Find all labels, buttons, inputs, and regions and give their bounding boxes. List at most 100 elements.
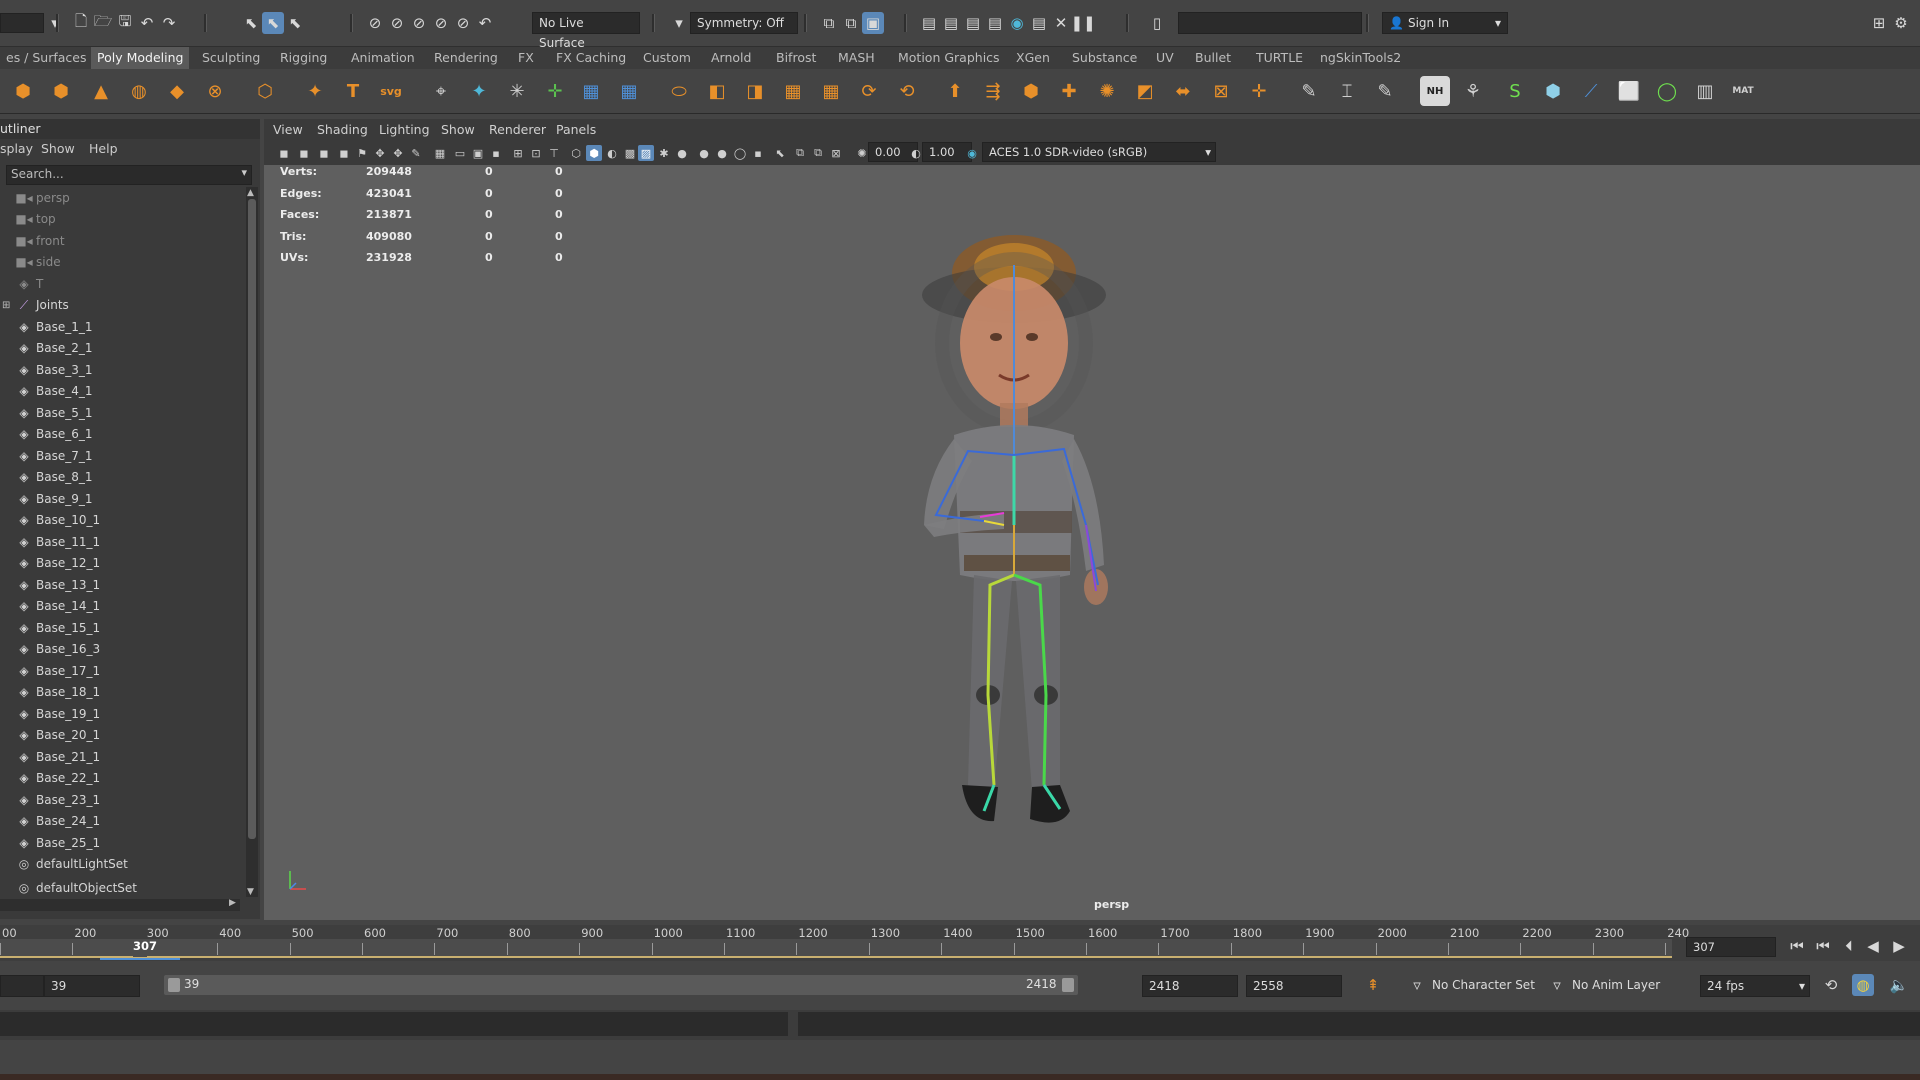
light-editor-icon[interactable]: ✕ <box>1050 12 1072 34</box>
command-search-field[interactable] <box>1178 12 1362 34</box>
merge-icon[interactable]: ✛ <box>1244 76 1274 106</box>
chevron-down-icon[interactable]: ▾ <box>668 12 690 34</box>
combine-icon[interactable]: ⬭ <box>664 76 694 106</box>
fill-hole-icon[interactable]: ✺ <box>1092 76 1122 106</box>
poly-cone-icon[interactable]: ▲ <box>86 76 116 106</box>
append-polygon-icon[interactable]: ✚ <box>1054 76 1084 106</box>
offset-edge-loop-icon[interactable]: ✎ <box>1370 76 1400 106</box>
poly-plane-icon[interactable]: ◆ <box>162 76 192 106</box>
tab-bifrost[interactable]: Bifrost <box>770 47 822 69</box>
tab-fx-caching[interactable]: FX Caching <box>550 47 632 69</box>
tab-substance[interactable]: Substance <box>1066 47 1143 69</box>
extrude-icon[interactable]: ⬆ <box>940 76 970 106</box>
outliner-item-base-14[interactable]: ◈ Base_14_1 <box>0 596 246 617</box>
menu-panels[interactable]: Panels <box>556 119 596 141</box>
outliner-item-base-2[interactable]: ◈ Base_2_1 <box>0 338 246 359</box>
insert-edge-loop-icon[interactable]: ⌶ <box>1332 76 1362 106</box>
range-start-handle[interactable] <box>168 978 180 992</box>
symmetry-dropdown[interactable]: Symmetry: Off <box>690 12 798 34</box>
playback-start-field[interactable]: 39 <box>44 975 140 997</box>
color-management-icon[interactable]: ◉ <box>964 145 980 161</box>
cube-render-icon[interactable]: ⬢ <box>1538 76 1568 106</box>
field-chart-icon[interactable]: ⊞ <box>510 145 526 161</box>
outliner-item-base-11[interactable]: ◈ Base_11_1 <box>0 531 246 552</box>
xray-joints-icon[interactable]: ⧉ <box>792 145 808 161</box>
frame-selection-icon[interactable]: ⊠ <box>828 145 844 161</box>
chevron-down-icon[interactable]: ▿ <box>1406 974 1428 996</box>
python-script-icon[interactable]: ⚘ <box>1458 76 1488 106</box>
menu-help[interactable]: Help <box>89 139 118 159</box>
tab-rigging[interactable]: Rigging <box>274 47 333 69</box>
sound-icon[interactable]: 🔈 <box>1888 974 1910 996</box>
mel-command-input[interactable] <box>0 1012 788 1036</box>
multi-cut-icon[interactable]: ✎ <box>1294 76 1324 106</box>
auto-key-icon[interactable]: ⇞ <box>1362 974 1384 996</box>
workspace-icon[interactable]: ⊞ <box>1868 12 1890 34</box>
separate-icon[interactable]: ◧ <box>702 76 732 106</box>
outliner-item-front[interactable]: ■◂ front <box>0 230 246 251</box>
go-to-start-icon[interactable]: ⏮ <box>1786 935 1808 957</box>
menu-view[interactable]: View <box>273 119 303 141</box>
gate-mask-icon[interactable]: ▪ <box>488 145 504 161</box>
settings-icon[interactable]: ⚙ <box>1890 12 1912 34</box>
center-pivot-icon[interactable]: ✛ <box>540 76 570 106</box>
snap-curve-icon[interactable]: ⊘ <box>386 12 408 34</box>
outliner-item-joints[interactable]: ⊞ ⟋ Joints <box>0 295 246 316</box>
tab-ngskintools2[interactable]: ngSkinTools2 <box>1314 47 1407 69</box>
outliner-item-base-20[interactable]: ◈ Base_20_1 <box>0 725 246 746</box>
outliner-item-base-9[interactable]: ◈ Base_9_1 <box>0 488 246 509</box>
nh-tool-icon[interactable]: NH <box>1420 76 1450 106</box>
safe-action-icon[interactable]: ⊡ <box>528 145 544 161</box>
range-end-handle[interactable] <box>1062 978 1074 992</box>
snap-pivot-icon[interactable]: ↶ <box>474 12 496 34</box>
current-frame-field[interactable]: 307 <box>1686 937 1776 957</box>
circle-tool-icon[interactable]: ◯ <box>1652 76 1682 106</box>
outliner-item-base-17[interactable]: ◈ Base_17_1 <box>0 660 246 681</box>
chevron-down-icon[interactable]: ▿ <box>1546 974 1568 996</box>
textured-icon[interactable]: ▩ <box>622 145 638 161</box>
graph-icon[interactable]: ⟋ <box>1576 76 1606 106</box>
tab-bullet[interactable]: Bullet <box>1189 47 1237 69</box>
svg-tool-icon[interactable]: svg <box>376 76 406 106</box>
menu-show[interactable]: Show <box>441 119 475 141</box>
make-hole-icon[interactable]: ◩ <box>1130 76 1160 106</box>
mirror-icon[interactable]: ▦ <box>816 76 846 106</box>
outliner-item-base-16[interactable]: ◈ Base_16_3 <box>0 639 246 660</box>
grid-icon[interactable]: ▦ <box>432 145 448 161</box>
expand-icon[interactable]: ⊞ <box>2 300 10 311</box>
poly-platonic-icon[interactable]: ⬡ <box>250 76 280 106</box>
animation-end-field[interactable]: 2558 <box>1246 975 1342 997</box>
outliner-item-base-19[interactable]: ◈ Base_19_1 <box>0 703 246 724</box>
tab-custom[interactable]: Custom <box>637 47 697 69</box>
pivot-tool-icon[interactable]: ⌖ <box>426 76 456 106</box>
select-component-icon[interactable]: ⬉ <box>284 12 306 34</box>
outliner-item-default-light-set[interactable]: ◎ defaultLightSet <box>0 854 246 875</box>
render-view-icon[interactable]: ▣ <box>862 12 884 34</box>
uv-grid-icon[interactable]: ▦ <box>576 76 606 106</box>
range-slider-track[interactable]: 39 2418 <box>164 975 1078 995</box>
anti-aliasing-icon[interactable]: ◯ <box>732 145 748 161</box>
film-gate-icon[interactable]: ▭ <box>452 145 468 161</box>
outliner-item-base-24[interactable]: ◈ Base_24_1 <box>0 811 246 832</box>
snap-grid-icon[interactable]: ⊘ <box>364 12 386 34</box>
select-object-icon[interactable]: ⬉ <box>262 12 284 34</box>
outliner-item-base-25[interactable]: ◈ Base_25_1 <box>0 832 246 853</box>
menu-show[interactable]: Show <box>41 139 75 159</box>
outliner-item-default-object-set[interactable]: ◎ defaultObjectSet <box>0 877 246 898</box>
bookmark-icon[interactable]: ◼ <box>316 145 332 161</box>
bridge-icon[interactable]: ⇶ <box>978 76 1008 106</box>
tab-xgen[interactable]: XGen <box>1010 47 1056 69</box>
tab-fx[interactable]: FX <box>512 47 540 69</box>
tab-mash[interactable]: MASH <box>832 47 881 69</box>
play-forwards-icon[interactable]: ▶ <box>1888 935 1910 957</box>
outliner-item-base-23[interactable]: ◈ Base_23_1 <box>0 789 246 810</box>
panel-toggle-icon[interactable]: ▯ <box>1146 12 1168 34</box>
scroll-right-icon[interactable]: ▶ <box>229 898 236 908</box>
curve-tool-icon[interactable]: S <box>1500 76 1530 106</box>
step-back-frame-icon[interactable]: ⏴ <box>1838 935 1860 957</box>
hypershade-icon[interactable]: ▤ <box>940 12 962 34</box>
snap-point-icon[interactable]: ⊘ <box>408 12 430 34</box>
boolean-union-icon[interactable]: ⟳ <box>854 76 884 106</box>
tab-sculpting[interactable]: Sculpting <box>196 47 266 69</box>
menu-renderer[interactable]: Renderer <box>489 119 546 141</box>
